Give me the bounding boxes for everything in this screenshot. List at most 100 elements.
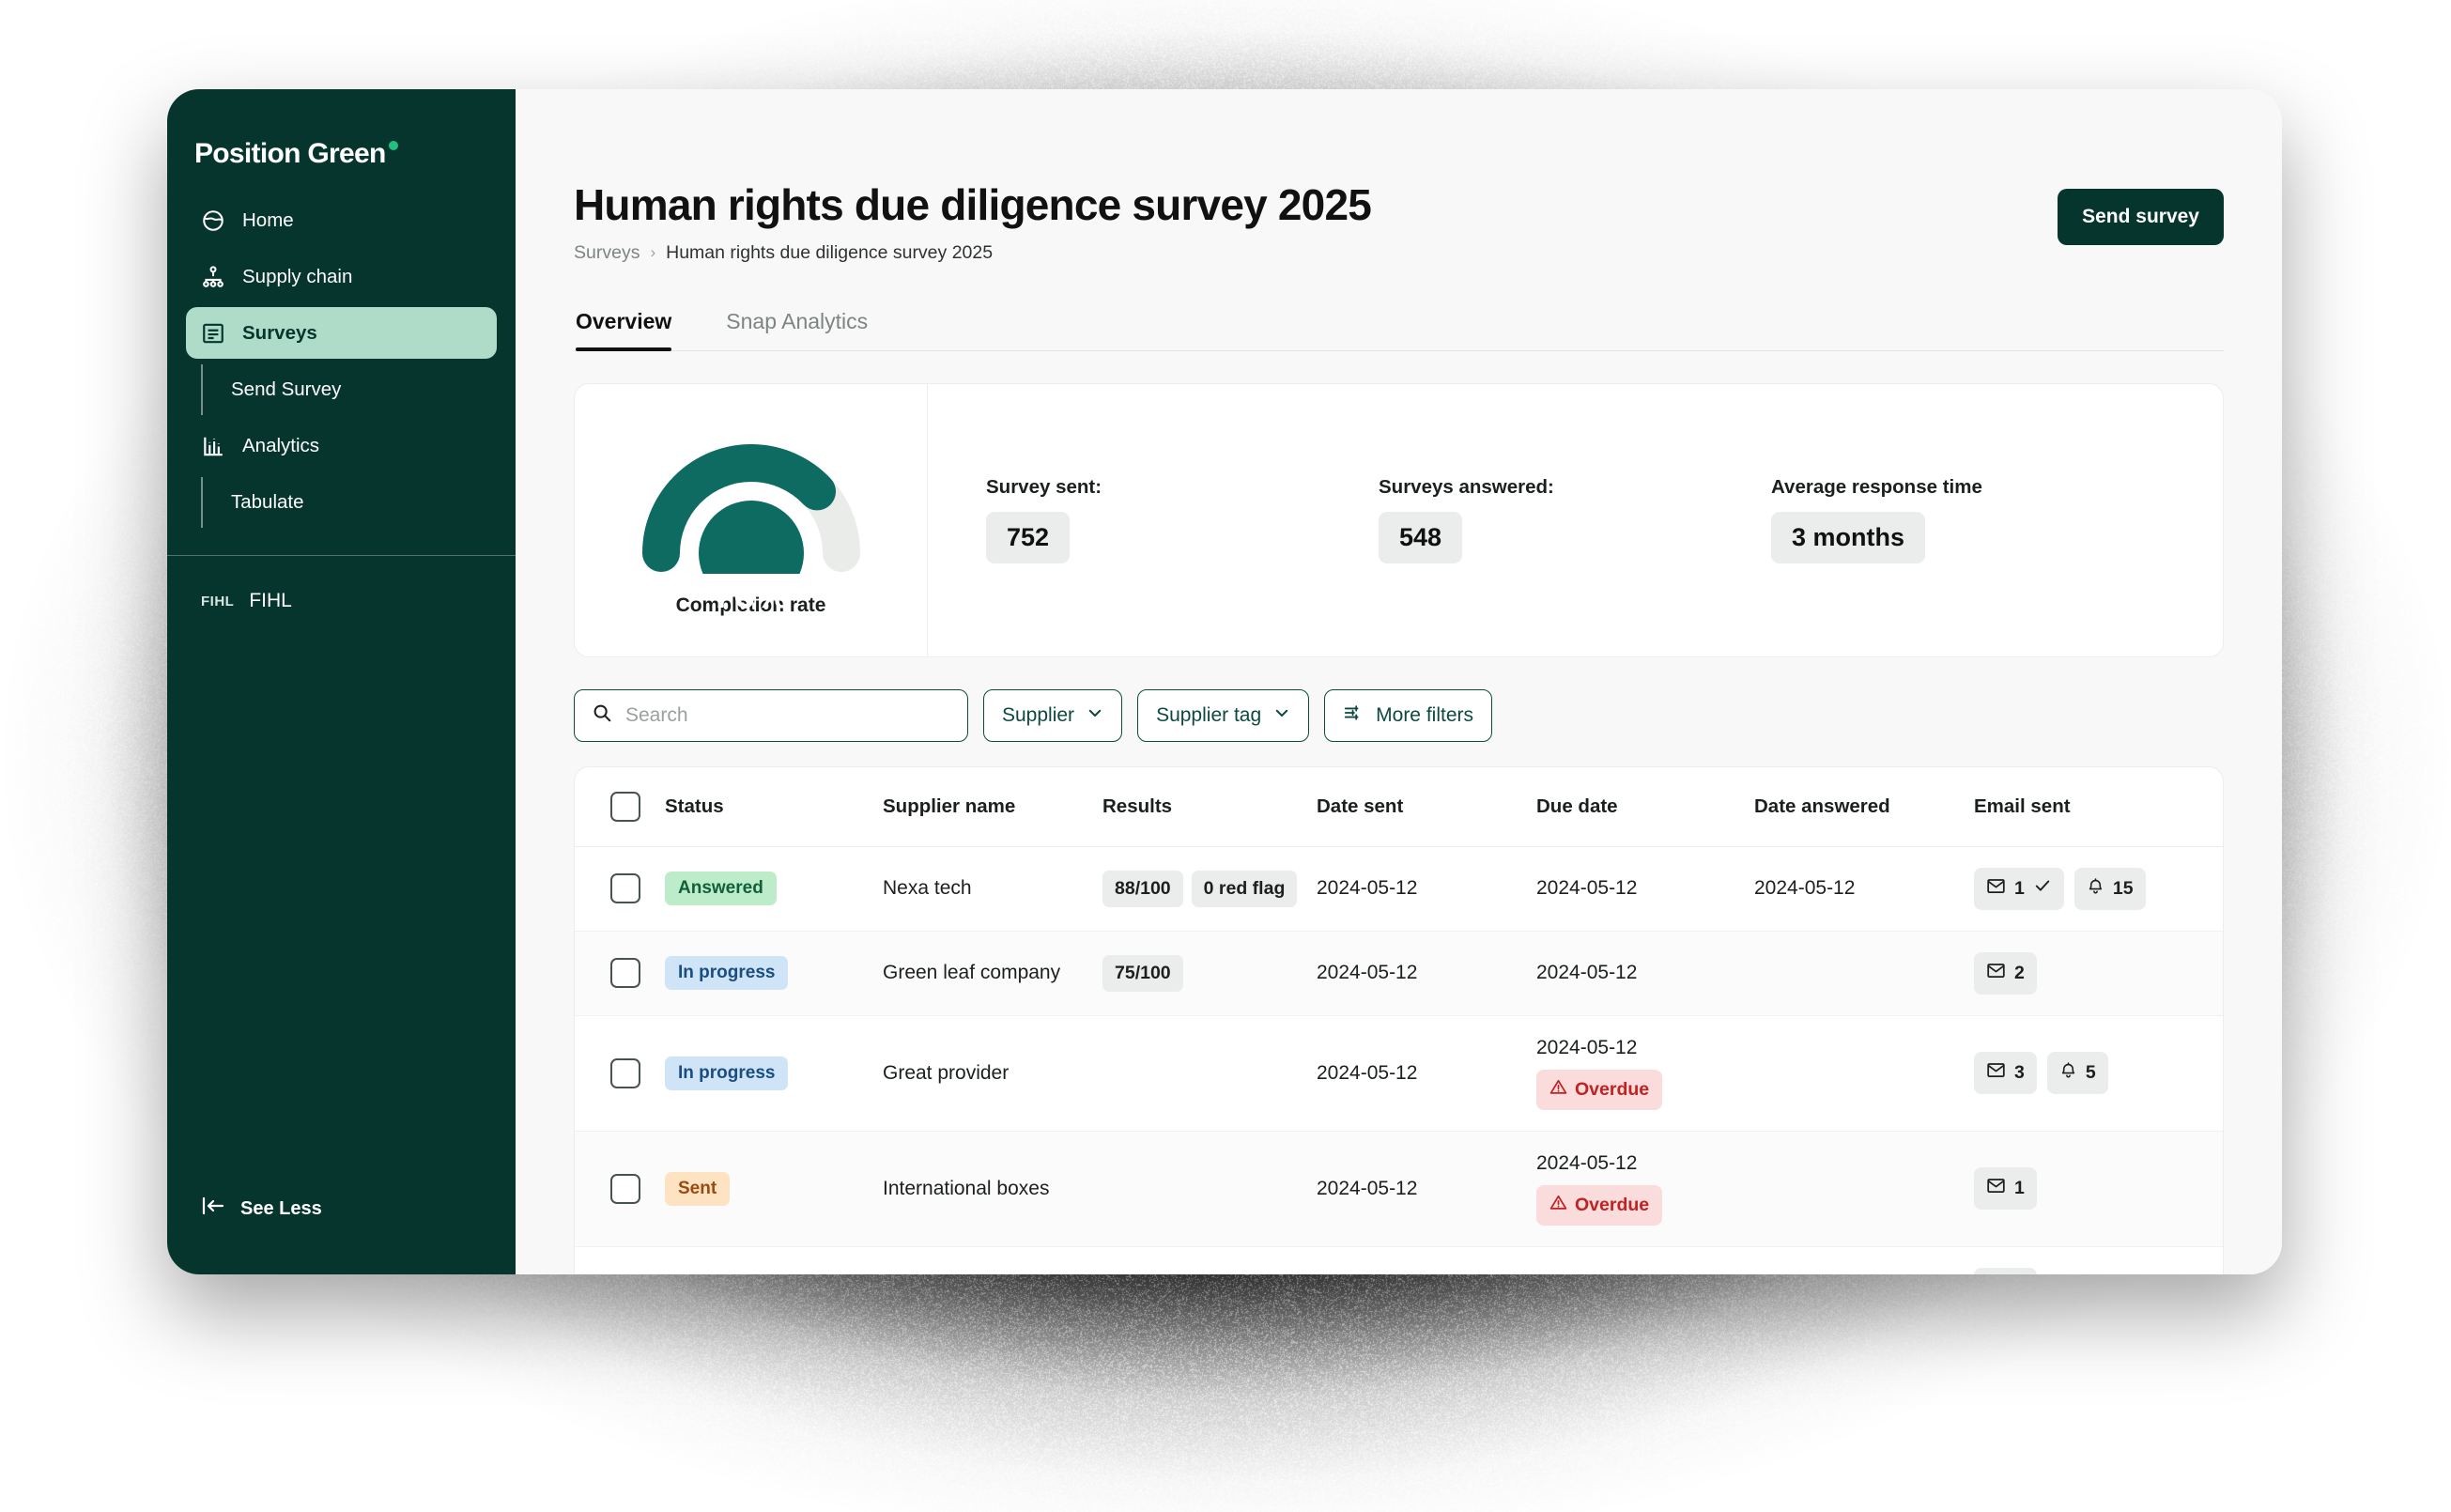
- reminder-count-pill[interactable]: 5: [2047, 1052, 2108, 1094]
- chevron-down-icon: [1087, 704, 1103, 727]
- date-sent-cell: 2024-05-12: [1317, 931, 1536, 1015]
- sidebar-item-home[interactable]: Home: [186, 194, 497, 246]
- app-window: Position Green Home Supply chain Surveys…: [167, 89, 2282, 1274]
- supplier-tag-filter-button[interactable]: Supplier tag: [1137, 689, 1309, 742]
- sidebar-item-analytics[interactable]: Analytics: [186, 420, 497, 471]
- row-checkbox[interactable]: [610, 958, 640, 988]
- select-all-checkbox[interactable]: [610, 792, 640, 822]
- row-select-cell: [575, 931, 665, 1015]
- main-content: Human rights due diligence survey 2025 S…: [516, 89, 2282, 1274]
- table-row[interactable]: In progress Green leaf company 75/100 2024-…: [575, 931, 2223, 1015]
- date-answered-cell: [1754, 931, 1974, 1015]
- due-date-cell: 2024-05-12: [1536, 1246, 1754, 1274]
- send-survey-button[interactable]: Send survey: [2058, 189, 2224, 245]
- table-row[interactable]: SentName Supplier 2024-05-122024-05-12 1Li…: [575, 1246, 2223, 1274]
- table-header-row: Status Supplier name Results Date sent D…: [575, 767, 2223, 847]
- brand-logo: Position Green: [167, 89, 516, 179]
- email-count-pill[interactable]: 1: [1974, 868, 2064, 910]
- more-filters-button[interactable]: More filters: [1324, 689, 1492, 742]
- column-header-supplier-name: Supplier name: [883, 767, 1102, 847]
- sidebar-item-supply-chain[interactable]: Supply chain: [186, 251, 497, 302]
- bar-chart-icon: [201, 434, 225, 458]
- column-header-results: Results: [1102, 767, 1317, 847]
- sidebar-item-label: Tabulate: [231, 491, 304, 514]
- row-select-cell: [575, 1131, 665, 1246]
- search-icon: [592, 702, 612, 728]
- column-header-due-date: Due date: [1536, 767, 1754, 847]
- sub-item-rail: [201, 477, 203, 528]
- email-sent-cell: 2: [1974, 931, 2223, 1015]
- supplier-name-cell: Green leaf company: [883, 931, 1102, 1015]
- table-header: Status Supplier name Results Date sent D…: [575, 767, 2223, 847]
- status-badge: Sent: [665, 1172, 730, 1206]
- envelope-icon: [1986, 876, 2006, 902]
- sidebar-item-surveys[interactable]: Surveys: [186, 307, 497, 359]
- sidebar-spacer: [167, 612, 516, 1196]
- completion-gauge: 76%: [635, 433, 868, 574]
- status-cell: Sent: [665, 1246, 883, 1274]
- email-count-pill[interactable]: 1: [1974, 1268, 2037, 1274]
- table-body: Answered Nexa tech 88/100 0 red flag 2024-05…: [575, 846, 2223, 1274]
- results-cell: [1102, 1246, 1317, 1274]
- date-sent-cell: 2024-05-12: [1317, 1131, 1536, 1246]
- email-count-pill[interactable]: 3: [1974, 1052, 2037, 1094]
- status-badge: In progress: [665, 956, 788, 990]
- reminder-count-pill[interactable]: 15: [2074, 868, 2146, 910]
- email-sent-cell: 35: [1974, 1015, 2223, 1131]
- collapse-sidebar-button[interactable]: See Less: [167, 1196, 516, 1274]
- supplier-filter-label: Supplier: [1002, 704, 1074, 727]
- row-checkbox[interactable]: [610, 1174, 640, 1204]
- table-row[interactable]: Answered Nexa tech 88/100 0 red flag 2024-05…: [575, 846, 2223, 931]
- tab-snap-analytics[interactable]: Snap Analytics: [726, 309, 868, 350]
- warning-icon: [1549, 1078, 1567, 1102]
- globe-icon: [201, 208, 225, 233]
- survey-list-icon: [201, 321, 225, 346]
- collapse-sidebar-label: See Less: [240, 1198, 322, 1220]
- stats-card: 76% Completion rate Survey sent: 752 Sur…: [574, 383, 2224, 657]
- gauge-svg: [635, 433, 868, 574]
- sidebar-item-label: Home: [242, 209, 294, 232]
- email-count-pill[interactable]: 2: [1974, 952, 2037, 995]
- kpi-label: Average response time: [1771, 476, 2164, 499]
- row-select-cell: [575, 846, 665, 931]
- email-count-pill[interactable]: 1: [1974, 1167, 2037, 1210]
- sidebar-item-label: Surveys: [242, 322, 317, 345]
- result-chip: 88/100: [1102, 871, 1183, 907]
- column-header-date-answered: Date answered: [1754, 767, 1974, 847]
- sidebar-item-label: Analytics: [242, 435, 319, 457]
- warning-icon: [1549, 1194, 1567, 1217]
- row-checkbox[interactable]: [610, 1058, 640, 1088]
- status-badge: Answered: [665, 872, 777, 905]
- organization-name: FIHL: [249, 590, 292, 612]
- page-title: Human rights due diligence survey 2025: [574, 181, 1371, 230]
- due-date-cell: 2024-05-12 Overdue: [1536, 1131, 1754, 1246]
- search-box[interactable]: [574, 689, 968, 742]
- overdue-badge: Overdue: [1536, 1070, 1662, 1110]
- results-cell: [1102, 1131, 1317, 1246]
- sub-item-rail: [201, 364, 203, 415]
- envelope-icon: [1986, 1176, 2006, 1201]
- supplier-filter-button[interactable]: Supplier: [983, 689, 1122, 742]
- results-cell: [1102, 1015, 1317, 1131]
- organization-badge[interactable]: FIHL FIHL: [167, 556, 516, 612]
- due-date-cell: 2024-05-12 Overdue: [1536, 1015, 1754, 1131]
- sidebar-item-tabulate[interactable]: Tabulate: [186, 476, 497, 528]
- bell-icon: [2087, 876, 2104, 902]
- column-header-email-sent: Email sent: [1974, 767, 2223, 847]
- table-row[interactable]: In progress Great provider 2024-05-12 2024-…: [575, 1015, 2223, 1131]
- breadcrumb-parent[interactable]: Surveys: [574, 242, 640, 264]
- supplier-name-cell: International boxes: [883, 1131, 1102, 1246]
- kpi-value: 548: [1379, 512, 1462, 563]
- date-answered-cell: [1754, 1246, 1974, 1274]
- table-row[interactable]: Sent International boxes 2024-05-12 2024-05…: [575, 1131, 2223, 1246]
- date-answered-cell: [1754, 1131, 1974, 1246]
- column-header-date-sent: Date sent: [1317, 767, 1536, 847]
- survey-table-card: Status Supplier name Results Date sent D…: [574, 766, 2224, 1274]
- tab-overview[interactable]: Overview: [576, 309, 671, 350]
- search-input[interactable]: [625, 704, 950, 727]
- kpi-value: 3 months: [1771, 512, 1925, 563]
- status-cell: Answered: [665, 846, 883, 931]
- date-sent-cell: 2024-05-12: [1317, 1246, 1536, 1274]
- row-checkbox[interactable]: [610, 873, 640, 903]
- sidebar-item-send-survey[interactable]: Send Survey: [186, 363, 497, 415]
